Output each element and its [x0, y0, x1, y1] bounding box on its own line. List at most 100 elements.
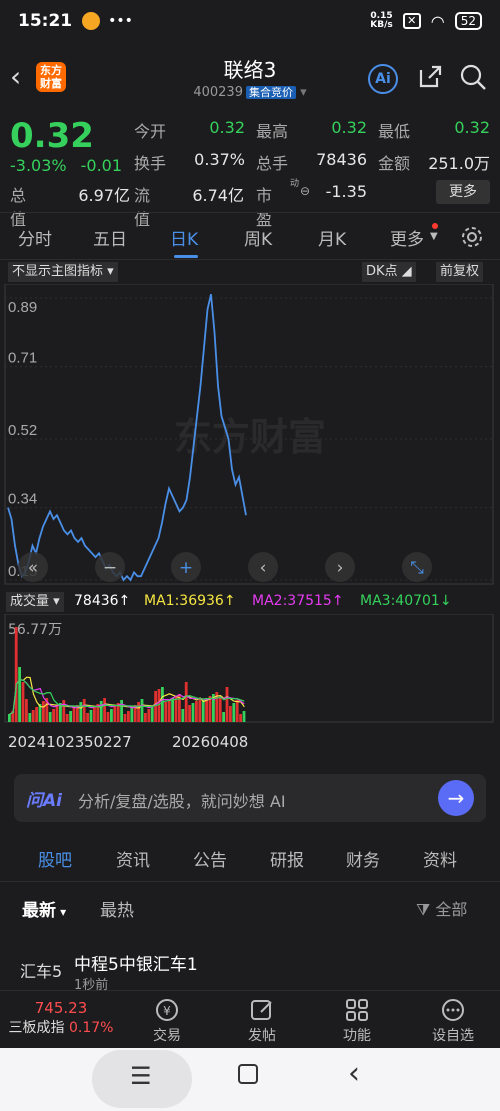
ma3-value: MA3:40701↓	[360, 593, 452, 609]
back-fast-icon[interactable]: «	[18, 552, 48, 582]
menu-icon[interactable]: ☰	[130, 1062, 152, 1090]
quote-label: 总手	[256, 154, 289, 173]
dk-point-select[interactable]: DK点 ◢	[362, 262, 416, 282]
tab-news[interactable]: 资讯	[116, 846, 150, 871]
volume-chart[interactable]: 56.77万20241023 50227 20260408	[0, 614, 500, 760]
filter-all[interactable]: ⧩ 全部	[416, 896, 467, 920]
search-icon[interactable]	[458, 62, 488, 92]
home-icon[interactable]	[238, 1064, 258, 1084]
tab-profile[interactable]: 资料	[423, 846, 457, 871]
volume-select[interactable]: 成交量 ▾	[6, 592, 64, 612]
tab-announcements[interactable]: 公告	[193, 846, 227, 871]
volume-bar	[89, 710, 93, 722]
volume-bar	[157, 689, 161, 722]
volume-bar	[72, 708, 76, 722]
info-icon[interactable]: ⊖	[300, 184, 310, 198]
volume-bar	[69, 711, 72, 722]
share-icon[interactable]	[415, 62, 445, 92]
volume-bar	[62, 700, 66, 722]
svg-text:−: −	[103, 558, 117, 578]
post-item[interactable]: 汇车5 中程5中银汇车1 1秒前	[0, 940, 500, 993]
quote-panel: 0.32 -3.03% -0.01 今开 0.32 最高 0.32 最低 0.32 换手 0.3…	[10, 116, 490, 229]
volume-bar	[140, 699, 144, 722]
x-date-label: 50227	[84, 733, 132, 751]
tab-weekly-k[interactable]: 周K	[244, 225, 272, 250]
functions-button[interactable]: 功能	[322, 997, 392, 1045]
y-tick-label: 0.71	[8, 350, 37, 367]
post-button[interactable]: 发帖	[227, 997, 297, 1045]
more-button[interactable]: 更多	[436, 180, 490, 204]
volume-bar	[239, 714, 242, 722]
indicator-select[interactable]: 不显示主图指标 ▾	[8, 262, 118, 282]
sort-hot[interactable]: 最热	[100, 896, 134, 921]
zoom-out-icon[interactable]: −	[95, 552, 125, 582]
sort-latest[interactable]: 最新 ▾	[22, 896, 66, 921]
x-date-label: 20260408	[172, 733, 248, 751]
chart-toolbar: 不显示主图指标 ▾ DK点 ◢ 前复权	[0, 262, 500, 284]
zoom-in-icon[interactable]: +	[171, 552, 201, 582]
trade-button[interactable]: ¥ 交易	[132, 997, 202, 1045]
tab-daily-k[interactable]: 日K	[170, 225, 198, 250]
tab-monthly-k[interactable]: 月K	[318, 225, 346, 250]
tab-intraday[interactable]: 分时	[18, 225, 52, 250]
y-tick-label: 0.52	[8, 422, 37, 439]
svg-text:+: +	[179, 558, 193, 578]
volume-bar	[242, 711, 246, 722]
volume-bar	[120, 700, 123, 722]
volume-bar	[195, 701, 198, 722]
active-tab-indicator	[174, 255, 198, 258]
volume-bar	[184, 682, 188, 722]
last-price: 0.32	[10, 116, 94, 156]
volume-bar	[205, 698, 208, 722]
volume-value: 78436↑	[74, 593, 131, 609]
tab-finance[interactable]: 财务	[346, 846, 380, 871]
svg-text:⤡: ⤡	[410, 558, 424, 578]
battery-indicator: 52	[454, 12, 482, 30]
back-nav-icon[interactable]: ‹	[348, 1056, 360, 1091]
post-avatar: 汇车5	[20, 962, 63, 981]
send-arrow-icon[interactable]: →	[438, 780, 474, 816]
price-change: -3.03% -0.01	[10, 156, 123, 175]
volume-bar	[18, 667, 21, 722]
volume-bar	[232, 703, 236, 722]
bottom-dock: 745.23 三板成指 0.17% ¥ 交易 发帖 功能 设自选	[0, 990, 500, 1048]
ai-input[interactable]: 分析/复盘/选股，就问妙想 AI	[78, 788, 286, 812]
tab-more[interactable]: 更多	[390, 225, 424, 250]
volume-bar	[225, 687, 229, 722]
quote-value: 78436	[316, 150, 367, 169]
system-nav-bar: ☰ ‹	[0, 1048, 500, 1111]
fullscreen-icon[interactable]: ⤡	[402, 552, 432, 582]
ai-assistant-bar[interactable]: 问Ai 分析/复盘/选股，就问妙想 AI →	[14, 774, 486, 822]
volume-bar	[188, 705, 191, 722]
tab-five-day[interactable]: 五日	[93, 225, 127, 250]
settings-icon[interactable]	[460, 225, 484, 249]
ai-button[interactable]: Ai	[368, 64, 398, 94]
price-chart[interactable]: 东方财富0.890.710.520.340.15«−+‹›⤡	[0, 284, 500, 589]
svg-text:¥: ¥	[163, 1004, 171, 1018]
volume-bar	[52, 709, 55, 722]
tab-research[interactable]: 研报	[270, 846, 304, 871]
volume-bar	[171, 698, 174, 722]
index-ticker[interactable]: 745.23 三板成指 0.17%	[0, 999, 122, 1037]
volume-bar	[167, 700, 171, 722]
stock-header: ‹ 东方 财富 联络3 400239 集合竞价 ▾ Ai	[0, 42, 500, 112]
tab-forum[interactable]: 股吧	[38, 846, 72, 871]
quote-label: 金额	[378, 154, 411, 173]
volume-bar	[181, 709, 185, 722]
volume-bar	[35, 707, 38, 722]
prev-icon[interactable]: ‹	[248, 552, 278, 582]
volume-bar	[147, 709, 151, 722]
ma1-value: MA1:36936↑	[144, 593, 236, 609]
volume-bar	[144, 713, 147, 722]
volume-bar	[127, 711, 130, 722]
adjust-select[interactable]: 前复权	[436, 262, 484, 282]
next-icon[interactable]: ›	[325, 552, 355, 582]
volume-bar	[110, 709, 113, 722]
add-watchlist-button[interactable]: 设自选	[418, 997, 488, 1045]
volume-bar	[25, 699, 28, 722]
chevron-down-icon[interactable]: ▾	[296, 85, 307, 100]
volume-bar	[55, 706, 59, 722]
quote-value: 0.32	[454, 118, 490, 137]
weibo-icon	[82, 12, 101, 30]
content-tabs: 股吧 资讯 公告 研报 财务 资料	[0, 836, 500, 882]
